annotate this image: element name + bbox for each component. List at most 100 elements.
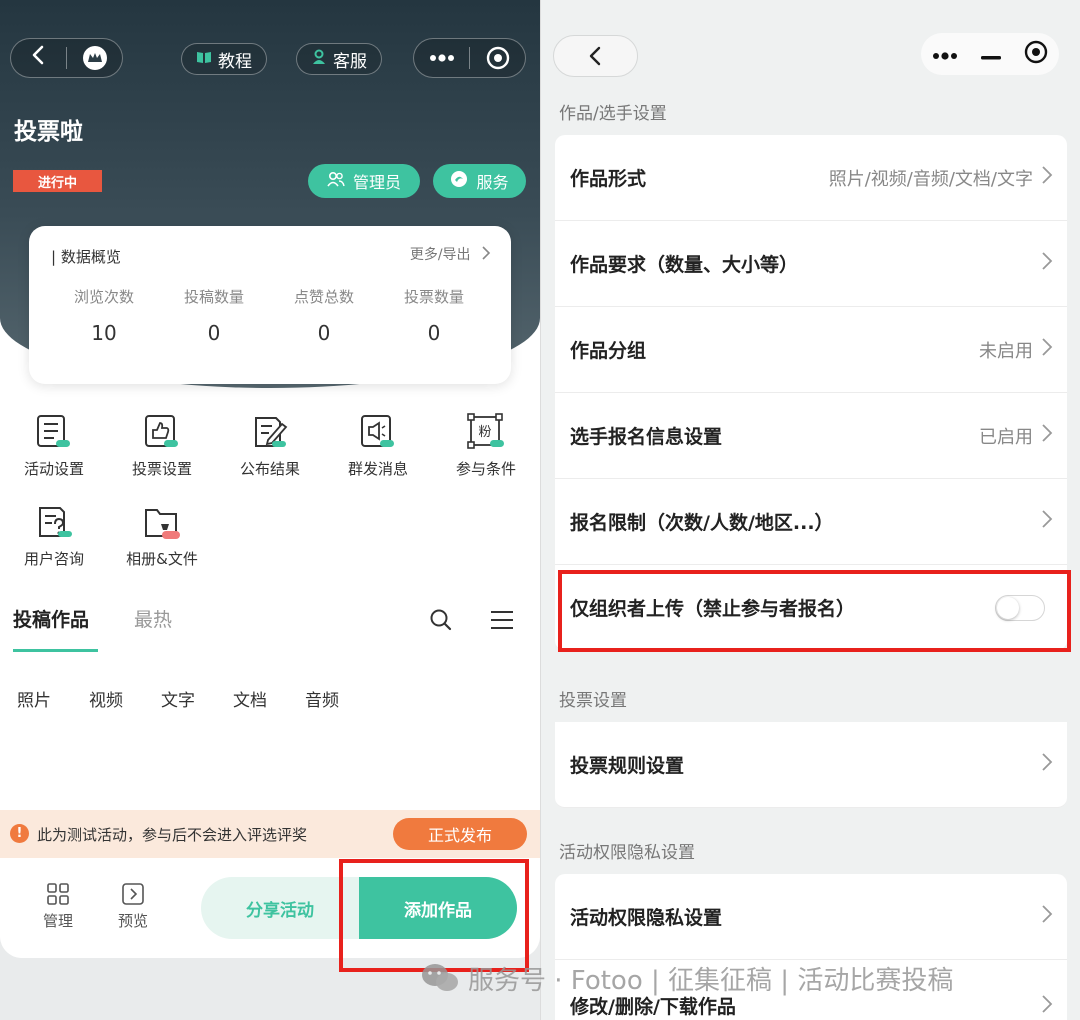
- tutorial-button[interactable]: 教程: [181, 43, 267, 75]
- section-title-works: 作品/选手设置: [559, 104, 667, 124]
- grid-icon: [47, 883, 69, 905]
- row-name: 活动权限隐私设置: [570, 907, 723, 929]
- grid-item-label: 投票设置: [131, 460, 192, 478]
- section-title-privacy: 活动权限隐私设置: [559, 843, 695, 863]
- back-icon[interactable]: [11, 43, 66, 73]
- tab-hottest[interactable]: 最热: [134, 605, 172, 632]
- menu-capsule[interactable]: [413, 38, 526, 78]
- fan-condition-icon: 粉: [466, 412, 506, 452]
- menu-capsule[interactable]: [921, 33, 1059, 75]
- back-icon: [589, 46, 600, 66]
- users-icon: [327, 171, 345, 191]
- grid-item-label: 用户咨询: [23, 550, 84, 568]
- stat-value: 10: [91, 321, 117, 345]
- grid-item-user-consult[interactable]: 用户咨询: [0, 502, 108, 569]
- admin-label: 管理员: [352, 173, 401, 192]
- grid-item-broadcast[interactable]: 群发消息: [324, 412, 432, 479]
- row-vote-rules[interactable]: 投票规则设置: [555, 722, 1067, 808]
- section-title-voting: 投票设置: [559, 691, 627, 711]
- watermark-text: 服务号 · Fotoo | 征集征稿 | 活动比赛投稿: [468, 965, 954, 996]
- tab-active-indicator: [13, 649, 98, 652]
- tab-submissions[interactable]: 投稿作品: [13, 605, 89, 632]
- preview-nav[interactable]: 预览: [108, 882, 158, 931]
- data-overview-card: | 数据概览 更多/导出 浏览次数 10 投稿数量 0 点赞总数 0 投票数量 0: [29, 226, 511, 384]
- admin-button[interactable]: 管理员: [308, 164, 420, 198]
- menu-icon[interactable]: [490, 609, 514, 635]
- activity-settings-icon: [34, 412, 74, 452]
- left-phone-screen: 教程 客服 投票啦 进行中 管理员 服务 | 数据概览 更多/导出 浏览次数 1…: [0, 0, 540, 958]
- back-button[interactable]: [553, 35, 638, 77]
- row-signup-limits[interactable]: 报名限制（次数/人数/地区...）: [555, 479, 1067, 565]
- row-name: 作品要求（数量、大小等）: [570, 254, 799, 276]
- person-icon: [311, 49, 327, 70]
- row-name: 作品形式: [570, 168, 647, 190]
- app-title: 投票啦: [14, 119, 83, 145]
- share-activity-label: 分享活动: [246, 900, 314, 921]
- stat-views: 浏览次数 10: [49, 286, 159, 345]
- stat-likes: 点赞总数 0: [269, 286, 379, 345]
- grid-item-conditions[interactable]: 粉 参与条件: [432, 412, 540, 479]
- data-overview-title: | 数据概览: [51, 248, 121, 266]
- more-export-label: 更多/导出: [409, 247, 471, 263]
- stats-row: 浏览次数 10 投稿数量 0 点赞总数 0 投票数量 0: [49, 286, 489, 345]
- service-icon: [450, 170, 468, 192]
- type-filter[interactable]: 文档: [233, 686, 267, 711]
- banner-text: 此为测试活动，参与后不会进入评选评奖: [37, 826, 308, 844]
- broadcast-icon: [358, 412, 398, 452]
- close-target-icon[interactable]: [470, 46, 525, 70]
- question-doc-icon: [34, 502, 74, 542]
- highlight-box-organizer-only: [558, 570, 1071, 652]
- grid-item-publish-results[interactable]: 公布结果: [216, 412, 324, 479]
- type-filter[interactable]: 音频: [305, 686, 339, 711]
- type-filter[interactable]: 文字: [161, 686, 195, 711]
- type-filter[interactable]: 视频: [89, 686, 123, 711]
- manage-nav[interactable]: 管理: [33, 882, 83, 931]
- minimize-icon[interactable]: [980, 45, 1001, 64]
- stat-value: 0: [207, 321, 221, 345]
- row-work-format[interactable]: 作品形式 照片/视频/音频/文档/文字: [555, 135, 1067, 221]
- watermark: 服务号 · Fotoo | 征集征稿 | 活动比赛投稿: [420, 958, 953, 998]
- more-dots-icon[interactable]: [932, 45, 958, 64]
- customer-service-label: 客服: [333, 51, 367, 72]
- row-work-requirements[interactable]: 作品要求（数量、大小等）: [555, 221, 1067, 307]
- service-button[interactable]: 服务: [433, 164, 526, 198]
- grid-item-activity-settings[interactable]: 活动设置: [0, 412, 108, 479]
- more-export-link[interactable]: 更多/导出: [410, 244, 491, 264]
- type-filter[interactable]: 照片: [17, 686, 51, 711]
- chevron-right-icon: [1042, 252, 1053, 270]
- back-capsule[interactable]: [10, 38, 123, 78]
- stat-submissions: 投稿数量 0: [159, 286, 269, 345]
- row-name: 作品分组: [570, 340, 647, 362]
- row-value: 已启用: [979, 427, 1033, 448]
- chevron-right-icon: [1042, 905, 1053, 923]
- right-phone-screen: 作品/选手设置 作品形式 照片/视频/音频/文档/文字 作品要求（数量、大小等）…: [540, 0, 1080, 1020]
- customer-service-button[interactable]: 客服: [296, 43, 382, 75]
- more-dots-icon[interactable]: [414, 54, 469, 62]
- grid-item-label: 公布结果: [239, 460, 300, 478]
- chevron-right-icon: [1042, 424, 1053, 442]
- chevron-right-icon: [1042, 995, 1053, 1013]
- row-work-groups[interactable]: 作品分组 未启用: [555, 307, 1067, 393]
- row-name: 报名限制（次数/人数/地区...）: [570, 512, 834, 534]
- grid-item-vote-settings[interactable]: 投票设置: [108, 412, 216, 479]
- screenshot-stage: 教程 客服 投票啦 进行中 管理员 服务 | 数据概览 更多/导出 浏览次数 1…: [0, 0, 1080, 1020]
- stat-votes: 投票数量 0: [379, 286, 489, 345]
- chevron-right-icon: [1042, 166, 1053, 184]
- chevron-right-icon: [1042, 338, 1053, 356]
- row-name: 投票规则设置: [570, 755, 685, 777]
- grid-item-album-files[interactable]: 相册&文件: [108, 502, 216, 569]
- app-logo-icon[interactable]: [67, 45, 122, 71]
- grid-item-label: 参与条件: [455, 460, 516, 478]
- wechat-icon: [422, 964, 458, 991]
- preview-label: 预览: [117, 912, 148, 930]
- row-privacy-settings[interactable]: 活动权限隐私设置: [555, 874, 1067, 960]
- test-activity-banner: ! 此为测试活动，参与后不会进入评选评奖 正式发布: [0, 810, 540, 858]
- close-target-icon[interactable]: [1024, 40, 1048, 68]
- search-icon[interactable]: [429, 608, 453, 636]
- publish-button[interactable]: 正式发布: [393, 818, 527, 850]
- chevron-right-icon: [482, 246, 491, 260]
- edit-doc-icon: [250, 412, 290, 452]
- row-signup-info[interactable]: 选手报名信息设置 已启用: [555, 393, 1067, 479]
- works-tab-bar: 投稿作品 最热: [13, 605, 533, 655]
- chevron-right-icon: [1042, 510, 1053, 528]
